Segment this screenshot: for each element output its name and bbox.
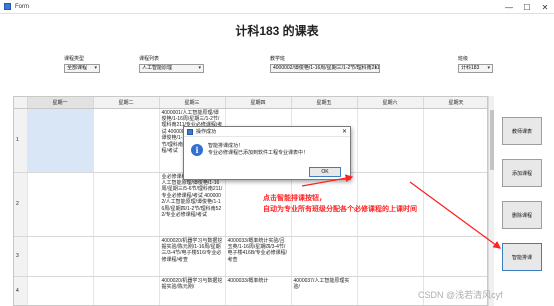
corner-cell bbox=[14, 97, 28, 109]
teacher-schedule-button[interactable]: 教师课表 bbox=[502, 117, 542, 145]
table-cell[interactable]: 4000033/概率统计实验/吕玉英/1-16周/星期四/3-4节/电子楼416… bbox=[225, 236, 292, 277]
chevron-down-icon: ▾ bbox=[94, 65, 97, 71]
table-cell[interactable] bbox=[357, 236, 424, 277]
column-header[interactable]: 星期四 bbox=[225, 97, 292, 109]
column-header[interactable]: 星期六 bbox=[357, 97, 424, 109]
table-cell[interactable] bbox=[93, 276, 160, 305]
table-cell[interactable] bbox=[27, 236, 94, 277]
window-title: Form bbox=[15, 3, 29, 10]
info-icon: i bbox=[191, 144, 203, 156]
table-cell[interactable]: 业必修课程/考试 4000002/人工智能原理/谭俊艳/1-16周/星期三/5-… bbox=[159, 172, 226, 237]
dialog-message-line: 专业必修课程已添加到软件工程专业课表中！ bbox=[208, 150, 309, 156]
course-list-value: 人工智能原理 bbox=[142, 65, 173, 71]
window-titlebar: Form — ☐ ✕ bbox=[0, 0, 554, 14]
annotation-text: 点击智能排课按钮， 自动为专业所有班级分配各个必修课程的上课时间 bbox=[263, 193, 443, 215]
column-header[interactable]: 星期二 bbox=[93, 97, 160, 109]
table-cell[interactable] bbox=[357, 108, 424, 173]
class-select[interactable]: 计科183 ▾ bbox=[458, 64, 493, 73]
timetable-header-row: 星期一 星期二 星期三 星期四 星期五 星期六 星期天 bbox=[14, 97, 487, 109]
course-type-filter: 课程类型 全部课程 ▾ bbox=[64, 55, 100, 73]
row-header[interactable]: 3 bbox=[14, 236, 28, 277]
course-list-filter: 课程列表 人工智能原理 ▾ bbox=[139, 55, 204, 73]
success-dialog: 操作成功 ✕ i 智能排课成功！ 专业必修课程已添加到软件工程专业课表中！ OK bbox=[183, 126, 351, 180]
window-controls: — ☐ ✕ bbox=[500, 0, 554, 14]
dialog-title: 操作成功 bbox=[196, 129, 217, 135]
column-header[interactable]: 星期五 bbox=[291, 97, 358, 109]
table-row: 4 4000020/机器学习与数据挖掘实验/陈元刚/ 4000033/概率统计 … bbox=[14, 276, 487, 305]
teaching-class-filter: 教学班 4000002/谭俊艳/1-16周/星期三/1-2节/理科南211 ▾ bbox=[270, 55, 380, 73]
table-row: 3 4000020/机器学习与数据挖掘实验/陈元刚/1-16周/星期三/3-4节… bbox=[14, 236, 487, 277]
row-header[interactable]: 2 bbox=[14, 172, 28, 237]
course-type-select[interactable]: 全部课程 ▾ bbox=[64, 64, 100, 73]
table-cell[interactable] bbox=[27, 108, 94, 173]
annotation-line: 点击智能排课按钮， bbox=[263, 195, 326, 202]
chevron-down-icon: ▾ bbox=[374, 65, 377, 71]
table-cell[interactable] bbox=[93, 236, 160, 277]
table-cell[interactable]: 4000020/机器学习与数据挖掘实验/陈元刚/1-16周/星期三/3-4节/电… bbox=[159, 236, 226, 277]
table-cell[interactable] bbox=[93, 108, 160, 173]
column-header[interactable]: 星期三 bbox=[159, 97, 226, 109]
page-title: 计科183 的课表 bbox=[235, 24, 319, 38]
smart-schedule-button[interactable]: 智能排课 bbox=[502, 243, 542, 271]
teaching-class-label: 教学班 bbox=[270, 56, 286, 62]
app-icon bbox=[187, 128, 193, 135]
maximize-icon[interactable]: ☐ bbox=[518, 0, 536, 14]
course-list-label: 课程列表 bbox=[139, 56, 160, 62]
teaching-class-value: 4000002/谭俊艳/1-16周/星期三/1-2节/理科南211 bbox=[273, 65, 380, 71]
column-header[interactable]: 星期天 bbox=[423, 97, 487, 109]
chevron-down-icon: ▾ bbox=[487, 65, 490, 71]
class-filter: 班级 计科183 ▾ bbox=[458, 55, 493, 73]
dialog-titlebar: 操作成功 ✕ bbox=[184, 127, 350, 137]
class-label: 班级 bbox=[458, 56, 469, 62]
close-icon[interactable]: ✕ bbox=[342, 128, 347, 135]
dialog-message-line: 智能排课成功！ bbox=[208, 143, 244, 149]
table-cell[interactable] bbox=[93, 172, 160, 237]
add-course-button[interactable]: 添加课程 bbox=[502, 159, 542, 187]
row-header[interactable]: 4 bbox=[14, 276, 28, 305]
table-cell[interactable] bbox=[27, 172, 94, 237]
annotation-line: 自动为专业所有班级分配各个必修课程的上课时间 bbox=[263, 206, 417, 213]
watermark: CSDN @浅若清风cyf bbox=[418, 290, 503, 300]
table-cell[interactable] bbox=[423, 108, 487, 173]
chevron-down-icon: ▾ bbox=[198, 65, 201, 71]
app-icon bbox=[4, 3, 11, 10]
course-list-select[interactable]: 人工智能原理 ▾ bbox=[139, 64, 204, 73]
teaching-class-select[interactable]: 4000002/谭俊艳/1-16周/星期三/1-2节/理科南211 ▾ bbox=[270, 64, 380, 73]
dialog-message: 智能排课成功！ 专业必修课程已添加到软件工程专业课表中！ bbox=[208, 143, 348, 157]
close-icon[interactable]: ✕ bbox=[536, 0, 554, 14]
row-header[interactable]: 1 bbox=[14, 108, 28, 173]
table-cell[interactable] bbox=[291, 236, 358, 277]
ok-button[interactable]: OK bbox=[309, 167, 341, 177]
scrollbar-thumb[interactable] bbox=[490, 110, 494, 170]
table-cell[interactable]: 4000020/机器学习与数据挖掘实验/陈元刚/ bbox=[159, 276, 226, 305]
table-cell[interactable] bbox=[423, 236, 487, 277]
minimize-icon[interactable]: — bbox=[500, 0, 518, 14]
table-cell[interactable] bbox=[357, 276, 424, 305]
delete-course-button[interactable]: 删除课程 bbox=[502, 201, 542, 229]
class-value: 计科183 bbox=[461, 65, 480, 71]
course-type-value: 全部课程 bbox=[67, 65, 88, 71]
course-type-label: 课程类型 bbox=[64, 56, 85, 62]
vertical-scrollbar[interactable] bbox=[488, 96, 494, 306]
column-header[interactable]: 星期一 bbox=[27, 97, 94, 109]
table-cell[interactable] bbox=[27, 276, 94, 305]
table-cell[interactable]: 4000037/人工智能原理实验/ bbox=[291, 276, 358, 305]
table-cell[interactable]: 4000033/概率统计 bbox=[225, 276, 292, 305]
